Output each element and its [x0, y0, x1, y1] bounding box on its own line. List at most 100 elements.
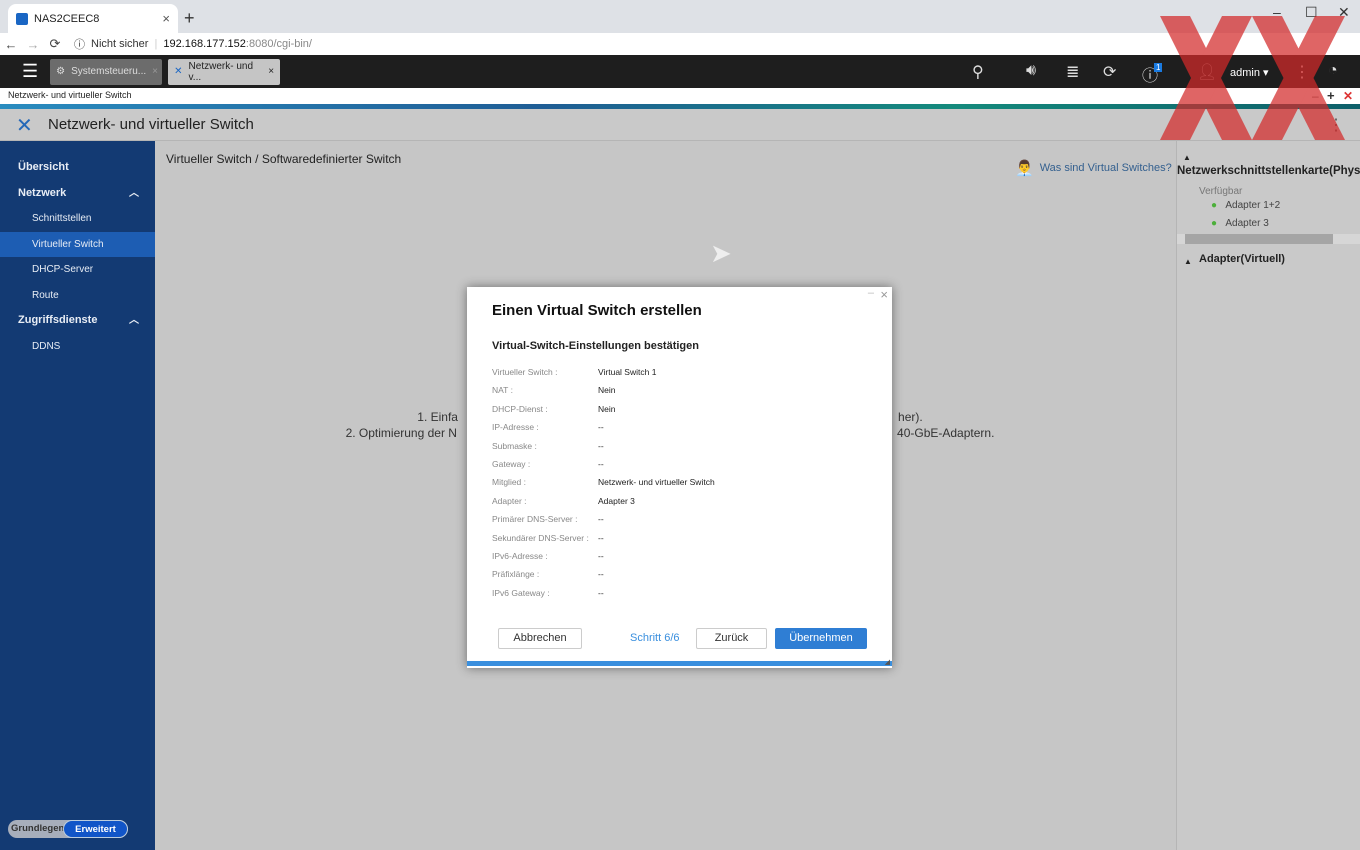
adapter-item[interactable]: ● Adapter 3 [1211, 218, 1269, 229]
close-icon[interactable]: × [152, 66, 158, 77]
minimize-icon[interactable]: – [868, 287, 874, 299]
summary-row: Adapter : Adapter 3 [492, 496, 635, 506]
step-indicator: Schritt 6/6 [630, 632, 680, 644]
sidebar-item-label: DHCP-Server [32, 264, 94, 275]
sidebar-item-zugriffsdienste[interactable]: Zugriffsdienste ︿ [0, 308, 155, 333]
summary-value: -- [598, 514, 604, 525]
info-icon: ⓘ [74, 39, 85, 51]
adapter-label: Adapter 3 [1225, 218, 1269, 229]
browser-tab-title: NAS2CEEC8 [34, 12, 100, 25]
sidebar-item-route[interactable]: Route [0, 283, 155, 308]
summary-value: Nein [598, 403, 616, 414]
right-panel: ▲ Netzwerkschnittstellenkarte(Physikalis… [1176, 141, 1360, 850]
watermark-xx [1160, 16, 1345, 140]
summary-key: IP-Adresse : [492, 422, 539, 433]
sidebar-item-dhcp-server[interactable]: DHCP-Server [0, 257, 155, 282]
summary-value: Virtual Switch 1 [598, 367, 657, 377]
sidebar-item-netzwerk[interactable]: Netzwerk ︿ [0, 181, 155, 206]
url-field[interactable]: ⓘ Nicht sicher | 192.168.177.152:8080/cg… [74, 36, 312, 52]
summary-value: -- [598, 551, 604, 561]
summary-row: Gateway : -- [492, 459, 604, 469]
collapse-triangle-icon[interactable]: ▲ [1183, 153, 1191, 162]
app-header: ✕ Netzwerk- und virtueller Switch ⋮ [0, 109, 1360, 141]
summary-key: IPv6 Gateway : [492, 587, 550, 598]
sidebar-item-schnittstellen[interactable]: Schnittstellen [0, 206, 155, 231]
adapter-item[interactable]: ● Adapter 1+2 [1211, 200, 1280, 211]
summary-row: Präfixlänge : -- [492, 569, 604, 579]
speaker-icon[interactable]: 🔊︎ [1026, 62, 1036, 80]
summary-value: -- [598, 440, 604, 451]
sidebar-item-label: Virtueller Switch [32, 239, 104, 250]
chevron-up-icon: ︿ [129, 188, 139, 199]
url-path: :8080/cgi-bin/ [245, 38, 312, 50]
close-icon[interactable]: × [880, 287, 888, 302]
dialog-title: Einen Virtual Switch erstellen [492, 302, 702, 319]
help-link[interactable]: 👨‍💼 Was sind Virtual Switches? [1015, 159, 1172, 177]
horizontal-scrollbar[interactable] [1177, 234, 1360, 244]
sidebar-item-virtueller-switch[interactable]: Virtueller Switch [0, 232, 155, 257]
physical-nic-title: Netzwerkschnittstellenkarte(Physikalisch… [1177, 165, 1360, 177]
summary-value: -- [598, 532, 604, 543]
reload-icon[interactable]: ⟳ [44, 36, 66, 52]
summary-row: IPv6-Adresse : -- [492, 551, 604, 561]
mode-toggle[interactable]: Grundlegend Erweitert [8, 820, 128, 838]
qts-tab-label: Netzwerk- und v... [188, 60, 253, 83]
hamburger-menu-icon[interactable]: ☰ [22, 61, 38, 82]
network-switch-icon: ✕ [174, 66, 183, 77]
summary-key: IPv6-Adresse : [492, 551, 548, 561]
qts-tab-label: Systemsteueru... [71, 66, 147, 77]
sidebar-item-uebersicht[interactable]: Übersicht [0, 155, 155, 180]
summary-row: IPv6 Gateway : -- [492, 588, 604, 598]
back-icon[interactable]: ← [0, 37, 22, 52]
summary-key: DHCP-Dienst : [492, 403, 548, 414]
summary-value: Adapter 3 [598, 495, 635, 506]
summary-row: Virtueller Switch : Virtual Switch 1 [492, 367, 656, 377]
summary-value: -- [598, 587, 604, 598]
sync-icon[interactable]: ⟳ [1103, 62, 1116, 82]
virtual-adapter-title: Adapter(Virtuell) [1199, 253, 1285, 265]
create-virtual-switch-dialog: – × Einen Virtual Switch erstellen Virtu… [467, 287, 892, 668]
app-window-title: Netzwerk- und virtueller Switch [0, 88, 1360, 104]
help-link-text[interactable]: Was sind Virtual Switches? [1040, 162, 1172, 174]
close-icon[interactable]: × [268, 66, 274, 77]
sidebar-item-label: Netzwerk [18, 187, 67, 199]
stack-icon[interactable]: ≣ [1066, 62, 1079, 82]
adapter-label: Adapter 1+2 [1225, 200, 1281, 211]
breadcrumb: Virtueller Switch / Softwaredefinierter … [166, 152, 402, 166]
close-tab-icon[interactable]: × [162, 11, 170, 26]
cancel-button[interactable]: Abbrechen [498, 628, 582, 649]
resize-handle-icon[interactable]: ◢ [885, 658, 890, 666]
collapse-triangle-icon[interactable]: ▲ [1184, 257, 1192, 266]
apply-button[interactable]: Übernehmen [775, 628, 867, 649]
network-switch-icon: ✕ [16, 115, 33, 137]
status-dot-icon: ● [1211, 218, 1218, 229]
mode-basic-option[interactable]: Grundlegend [11, 823, 70, 834]
sidebar-item-label: Schnittstellen [32, 213, 92, 224]
new-tab-button[interactable]: + [184, 8, 195, 29]
summary-key: Submaske : [492, 440, 537, 451]
mode-advanced-option[interactable]: Erweitert [63, 820, 128, 838]
summary-row: Submaske : -- [492, 441, 604, 451]
qts-tab-systemsteuerung[interactable]: ⚙ Systemsteueru... × [50, 58, 163, 85]
summary-value: -- [598, 459, 604, 469]
summary-key: Primärer DNS-Server : [492, 514, 578, 525]
browser-tab[interactable]: NAS2CEEC8 × [8, 4, 178, 33]
chevron-up-icon: ︿ [129, 315, 139, 326]
summary-key: Adapter : [492, 495, 527, 506]
dialog-subtitle: Virtual-Switch-Einstellungen bestätigen [492, 340, 699, 352]
qnap-favicon-icon [16, 12, 28, 25]
url-host: 192.168.177.152 [163, 38, 246, 50]
back-button[interactable]: Zurück [696, 628, 767, 649]
summary-value: -- [598, 422, 604, 433]
sidebar-item-label: Übersicht [18, 161, 69, 173]
qts-tab-network[interactable]: ✕ Netzwerk- und v... × [168, 58, 281, 85]
sidebar-item-label: DDNS [32, 341, 61, 352]
sidebar-item-ddns[interactable]: DDNS [0, 334, 155, 359]
sidebar-item-label: Zugriffsdienste [18, 314, 98, 326]
helper-person-icon: 👨‍💼 [1015, 160, 1034, 177]
summary-key: Gateway : [492, 459, 531, 469]
summary-row: Primärer DNS-Server : -- [492, 514, 604, 524]
search-icon[interactable]: ⚲ [972, 62, 984, 82]
forward-icon[interactable]: → [22, 37, 44, 52]
sidebar-item-label: Route [32, 290, 59, 301]
